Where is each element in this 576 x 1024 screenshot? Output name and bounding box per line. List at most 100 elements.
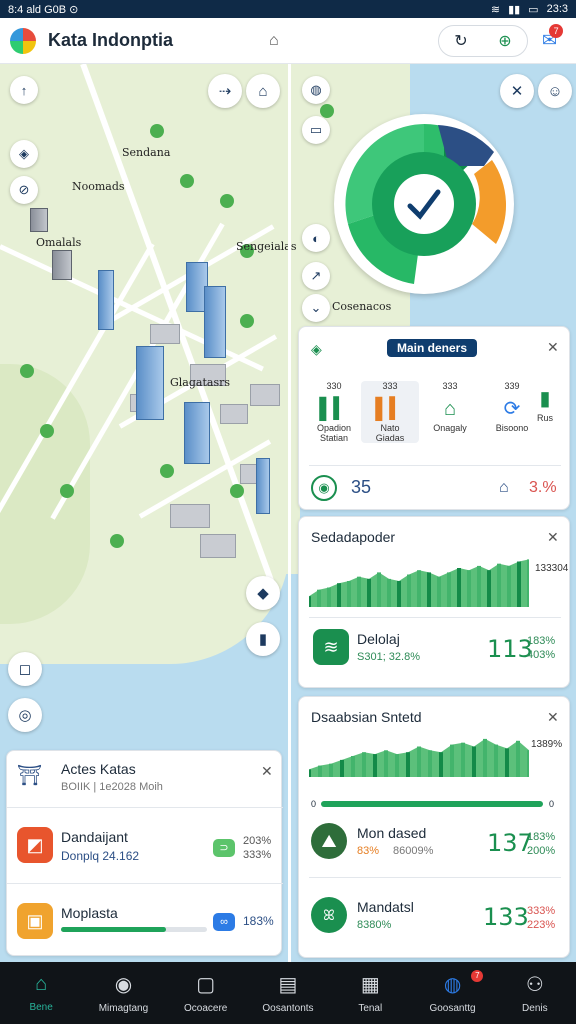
chevron-down-icon[interactable]: ⌄ [302,294,330,322]
nav-item-people[interactable]: ⚇ Denis [494,962,576,1024]
nav-item-window[interactable]: ▢ Ocoacere [165,962,247,1024]
data-bar [397,581,401,607]
data-bar [461,742,465,777]
kpi-stat[interactable]: 330 ▌▍ Opadion Statian [305,381,363,443]
data-bar [351,756,355,777]
status-donut[interactable] [334,114,514,294]
data-bar [377,572,381,607]
row-sub: Donplq 24.162 [61,849,140,863]
leaf-icon: ꕤ [311,897,347,933]
globe-icon: ◍ [443,974,462,996]
nav-item-explore[interactable]: ◉ Mimagtang [82,962,164,1024]
user-icon[interactable]: ⌂ [269,32,279,50]
data-bar [437,576,441,607]
tree [320,104,334,118]
kpi-stat-label: Nato Giadas [375,423,405,443]
home-icon: ⌂ [35,973,48,995]
header-actions: ↻ ⊕ [438,25,528,57]
globe-icon[interactable]: ◍ [302,76,330,104]
app-header: Kata Indonptia ⌂ ↻ ⊕ ✉ 7 [0,18,576,64]
row-value: 133 [483,903,529,931]
navigate-icon[interactable]: ↑ [10,76,38,104]
shield-icon[interactable]: ◆ [246,576,280,610]
flag-icon[interactable]: ▮ [246,622,280,656]
data-bar [527,559,529,607]
row-sub: 83% [357,845,380,857]
layers-icon[interactable]: ⇢ [208,74,242,108]
app-logo [10,27,36,54]
row-label: Delolaj [357,631,400,647]
bag-icon[interactable]: ⊕ [498,31,511,51]
data-bar [309,769,311,777]
kpi-stat[interactable]: ▮ Rus [525,381,565,423]
data-bar [483,738,487,777]
tower-building [136,346,164,420]
nav-item-clipboard[interactable]: ▦ Tenal [329,962,411,1024]
lock-icon[interactable]: ◻ [8,652,42,686]
tower-building [184,402,210,464]
close-icon[interactable]: ✕ [500,74,534,108]
place-label: Glagatasrs [170,376,230,389]
bookmark-icon[interactable]: ⌂ [246,74,280,108]
bar-icon: ▮ [539,388,551,410]
link-icon[interactable]: ⊃ [213,839,235,857]
nav-label: Denis [522,1003,548,1014]
split-divider[interactable] [288,64,291,962]
refresh-icon[interactable]: ↻ [454,31,467,51]
tree [230,484,244,498]
kpi-stat[interactable]: 333 ▌▍ Nato Giadas [361,381,419,443]
compass-icon: ◉ [114,974,133,996]
close-icon[interactable]: ✕ [261,763,273,780]
row-pct: 183% [243,914,274,928]
city-block [200,534,236,558]
kpi-stat-num: 330 [326,381,342,391]
wallet-icon: ▤ [278,974,298,996]
divider [7,807,283,808]
pin-icon[interactable]: ⊘ [10,176,38,204]
stack-icon: ≋ [313,629,349,665]
nav-label: Bene [29,1002,53,1013]
nav-item-home[interactable]: ⌂ Bene [0,962,82,1024]
basket-icon: ▣ [17,903,53,939]
place-label: Cosenacos [332,300,392,313]
notification-icon[interactable]: ✉ 7 [542,24,564,51]
row-value: 113 [487,635,533,663]
share-icon[interactable]: ∞ [213,913,235,931]
close-icon[interactable]: ✕ [547,339,559,356]
data-bar [472,746,476,777]
nav-label: Goosanttg [429,1003,476,1014]
bottom-nav: ⌂ Bene ◉ Mimagtang ▢ Ocoacere ▤ Oosanton… [0,962,576,1024]
nav-label: Tenal [358,1003,383,1014]
emoji-icon[interactable]: ☺ [538,74,572,108]
building-icon: ⌂ [443,398,457,420]
data-bar [494,744,498,777]
close-icon[interactable]: ✕ [547,709,559,726]
kpi-footer-pct: 3.% [529,479,557,496]
signal-icon: ▮▮ [508,3,521,16]
city-block [220,404,248,424]
donut-chart [345,123,507,284]
kpi-stat[interactable]: 333 ⌂ Onagaly [421,381,479,433]
close-icon[interactable]: ✕ [547,529,559,546]
row-sub: 8380% [357,919,392,931]
kpi-stat-label: Rus [536,413,553,423]
nav-item-wallet[interactable]: ▤ Oosantonts [247,962,329,1024]
map-view[interactable]: Sendana Noomads Omalals Sengeialas Glaga… [0,64,576,962]
data-bar [317,589,321,607]
data-bar [318,765,322,777]
place-label: Noomads [72,180,125,193]
data-bar [367,578,371,607]
nav-item-globe[interactable]: ◍ 7 Goosanttg [411,962,493,1024]
wifi-icon: ≋ [490,3,501,16]
chart-card: Sedadapoder ✕ 133304 ≋ Delolaj S301; 32.… [298,516,570,688]
location-icon[interactable]: ◐ [302,224,330,252]
share-icon[interactable]: ↗ [302,262,330,290]
leaf-icon[interactable]: ◈ [10,140,38,168]
camera-icon[interactable]: ◎ [8,698,42,732]
layers-icon[interactable]: ▭ [302,116,330,144]
data-bar [497,563,501,607]
tower-building [98,270,114,330]
progress-tick: 0 [311,799,317,809]
data-bar [517,561,521,607]
row-pct: 183% [527,831,556,843]
